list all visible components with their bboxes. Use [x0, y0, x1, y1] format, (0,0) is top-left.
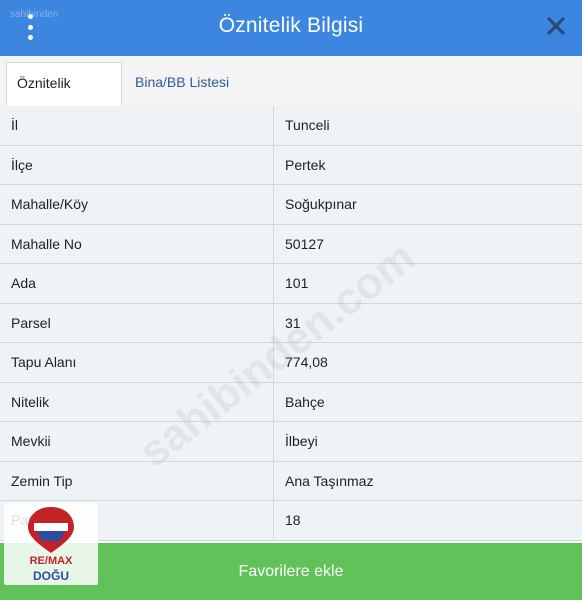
attribute-key: Nitelik [0, 382, 274, 421]
attribute-value: 101 [285, 275, 309, 291]
attribute-key: Zemin Tip [0, 461, 274, 500]
title-bar: sahibinden Öznitelik Bilgisi [0, 0, 582, 56]
attribute-table: İl Tunceli İlçe Pertek Mahalle/Köy Soğuk… [0, 106, 582, 541]
logo-sub-text: DOĞU [33, 569, 69, 583]
attribute-value: 31 [285, 314, 301, 331]
attribute-value: İlbeyi [285, 433, 318, 449]
attribute-key: Parsel [0, 303, 274, 342]
table-row: Nitelik Bahçe [0, 382, 582, 422]
attribute-key: Mahalle No [0, 224, 274, 263]
balloon-icon [28, 507, 74, 553]
table-row: Ada 101 [0, 264, 582, 304]
table-row: İlçe Pertek [0, 145, 582, 185]
attribute-value: Ana Taşınmaz [285, 472, 374, 489]
table-row: Tapu Alanı 774,08 [0, 343, 582, 383]
attribute-key: Tapu Alanı [0, 343, 274, 382]
tab-bar: Öznitelik Bilgisi Bina/BB Listesi [0, 56, 582, 131]
tab-oznitelik-bilgisi[interactable]: Öznitelik Bilgisi [6, 62, 122, 131]
attribute-value: 18 [285, 512, 301, 528]
remax-logo: RE/MAX DOĞU [4, 503, 98, 585]
attribute-key: Ada [0, 264, 274, 303]
table-row: İl Tunceli [0, 106, 582, 146]
logo-brand-text: RE/MAX [29, 555, 73, 567]
attribute-value: 50127 [285, 235, 324, 252]
attribute-key: İlçe [0, 145, 274, 184]
attribute-value: Soğukpınar [285, 196, 357, 212]
dialog-title: Öznitelik Bilgisi [218, 14, 364, 37]
attribute-value: Tunceli [285, 117, 330, 133]
close-icon[interactable] [546, 16, 566, 36]
attribute-value: 774,08 [285, 354, 328, 370]
table-row: Zemin Tip Ana Taşınmaz [0, 461, 582, 501]
tab-bina-bb-listesi[interactable]: Bina/BB Listesi [125, 62, 239, 106]
attribute-key: Mevkii [0, 422, 274, 461]
attribute-key: Mahalle/Köy [0, 185, 274, 224]
attribute-value: Bahçe [285, 393, 325, 410]
table-row: Parsel 31 [0, 303, 582, 343]
table-row: Mahalle/Köy Soğukpınar [0, 185, 582, 225]
table-row: Mevkii İlbeyi [0, 422, 582, 462]
attribute-value: Pertek [285, 156, 326, 173]
table-row: Mahalle No 50127 [0, 224, 582, 264]
attribute-key: İl [0, 106, 274, 145]
